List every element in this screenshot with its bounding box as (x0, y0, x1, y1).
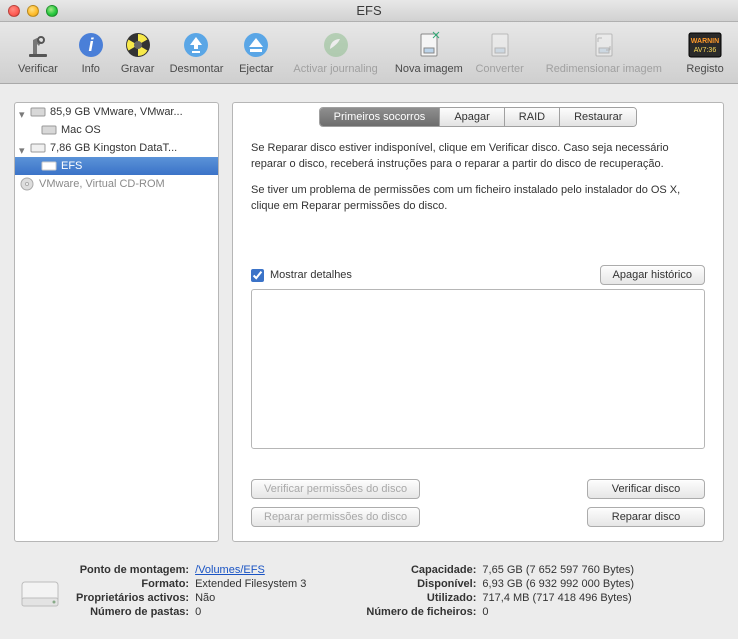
svg-text:AV7:36: AV7:36 (694, 47, 717, 54)
titlebar: EFS (0, 0, 738, 22)
log-button[interactable]: WARNINAV7:36 Registo (680, 26, 730, 75)
disclosure-triangle-icon[interactable]: ▾ (19, 108, 28, 117)
sidebar-disk-kingston[interactable]: ▾ 7,86 GB Kingston DataT... (15, 139, 218, 157)
unmount-icon (182, 28, 210, 62)
cd-icon (19, 178, 35, 190)
show-details-checkbox[interactable]: Mostrar detalhes (251, 269, 352, 282)
tab-erase[interactable]: Apagar (439, 108, 503, 126)
volume-large-icon (14, 568, 66, 620)
log-icon: WARNIN AV7:36 (688, 28, 722, 62)
new-image-icon (415, 28, 443, 62)
external-disk-icon (41, 160, 57, 172)
verify-disk-button[interactable]: Verificar disco (587, 479, 705, 499)
tab-first-aid[interactable]: Primeiros socorros (320, 108, 440, 126)
mount-point-link[interactable]: /Volumes/EFS (195, 564, 265, 576)
burn-icon (124, 28, 152, 62)
first-aid-description: Se Reparar disco estiver indisponível, c… (233, 127, 723, 215)
info-icon: i (77, 28, 105, 62)
convert-button: Converter (470, 26, 530, 75)
eject-icon (242, 28, 270, 62)
window-title: EFS (0, 3, 738, 18)
hdd-icon (30, 106, 46, 118)
tab-bar: Primeiros socorros Apagar RAID Restaurar (233, 107, 723, 127)
external-disk-icon (30, 142, 46, 154)
new-image-button[interactable]: Nova imagem (390, 26, 468, 75)
microscope-icon (23, 28, 53, 62)
info-button[interactable]: i Info (70, 26, 112, 75)
window-controls (0, 5, 58, 17)
resize-image-button: Redimensionar imagem (532, 26, 677, 75)
repair-disk-button[interactable]: Reparar disco (587, 507, 705, 527)
resize-icon (590, 28, 618, 62)
close-icon[interactable] (8, 5, 20, 17)
svg-text:WARNIN: WARNIN (691, 38, 719, 45)
clear-history-button[interactable]: Apagar histórico (600, 265, 706, 285)
tab-raid[interactable]: RAID (504, 108, 559, 126)
unmount-button[interactable]: Desmontar (164, 26, 230, 75)
main-panel: Primeiros socorros Apagar RAID Restaurar… (232, 102, 724, 542)
disclosure-triangle-icon[interactable]: ▾ (19, 144, 28, 153)
eject-button[interactable]: Ejectar (231, 26, 281, 75)
repair-permissions-button: Reparar permissões do disco (251, 507, 420, 527)
tab-restore[interactable]: Restaurar (559, 108, 636, 126)
volume-info: Ponto de montagem: /Volumes/EFS Formato:… (14, 554, 724, 627)
convert-icon (486, 28, 514, 62)
log-output[interactable] (251, 289, 705, 449)
sidebar-volume-macos[interactable]: Mac OS (15, 121, 218, 139)
zoom-icon[interactable] (46, 5, 58, 17)
enable-journaling-button: Activar journaling (283, 26, 388, 75)
minimize-icon[interactable] (27, 5, 39, 17)
device-sidebar: ▾ 85,9 GB VMware, VMwar... Mac OS ▾ 7,86… (14, 102, 219, 542)
sidebar-disk-vmware[interactable]: ▾ 85,9 GB VMware, VMwar... (15, 103, 218, 121)
sidebar-cdrom[interactable]: VMware, Virtual CD-ROM (15, 175, 218, 193)
journaling-icon (322, 28, 350, 62)
toolbar: Verificar i Info Gravar Desmontar Ejecta… (0, 22, 738, 84)
verify-button[interactable]: Verificar (8, 26, 68, 75)
burn-button[interactable]: Gravar (114, 26, 162, 75)
sidebar-volume-efs[interactable]: EFS (15, 157, 218, 175)
hdd-icon (41, 124, 57, 136)
verify-permissions-button: Verificar permissões do disco (251, 479, 420, 499)
show-details-input[interactable] (251, 269, 264, 282)
